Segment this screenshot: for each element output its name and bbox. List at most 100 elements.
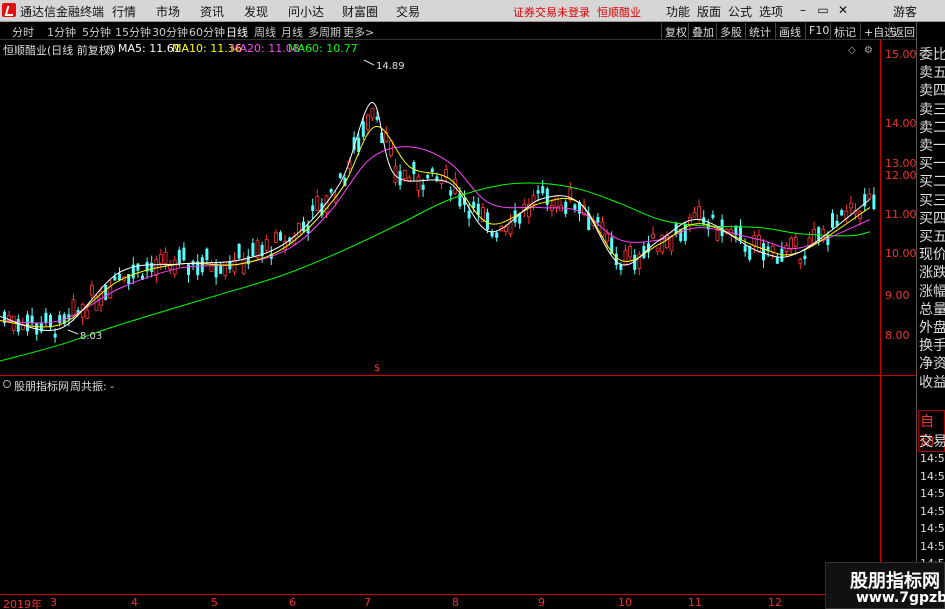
- candle-body: [743, 245, 747, 252]
- button-stats[interactable]: 统计: [745, 23, 774, 39]
- period-weekly[interactable]: 周线: [254, 24, 276, 40]
- menu-item-trade[interactable]: 交易: [396, 3, 420, 20]
- candle-body: [849, 202, 853, 209]
- quote-label: 买四: [919, 210, 945, 227]
- button-overlay[interactable]: 叠加: [688, 23, 717, 39]
- menu-item-quotes[interactable]: 行情: [112, 3, 136, 20]
- indicator-panel[interactable]: 股朋指标网 周共振: -: [0, 376, 880, 594]
- candle-body: [628, 246, 632, 258]
- button-multi-stock[interactable]: 多股: [716, 23, 745, 39]
- button-adjust[interactable]: 复权: [661, 23, 690, 39]
- candle-body: [449, 190, 453, 196]
- menu-item-formula[interactable]: 公式: [728, 3, 752, 20]
- price-chart[interactable]: 14.89 8.03 $ ◇ ⚙: [0, 40, 880, 375]
- high-price-pointer: [363, 59, 375, 66]
- candle-body: [90, 284, 94, 296]
- period-toolbar: 分时 1分钟 5分钟 15分钟 30分钟 60分钟 日线 周线 月线 多周期 更…: [0, 22, 945, 40]
- menu-item-options[interactable]: 选项: [759, 3, 783, 20]
- candle-body: [375, 116, 379, 120]
- candle-body: [812, 228, 816, 244]
- restore-icon[interactable]: ▭: [815, 2, 831, 18]
- candle-body: [840, 210, 844, 216]
- quote-label: 委比: [919, 47, 945, 63]
- period-15min[interactable]: 15分钟: [115, 24, 151, 40]
- candle-body: [692, 211, 697, 218]
- button-draw[interactable]: 画线: [775, 23, 804, 39]
- candle-body: [554, 195, 559, 208]
- candle-body: [163, 251, 168, 264]
- period-daily[interactable]: 日线: [226, 24, 248, 40]
- candle-body: [237, 243, 241, 259]
- quote-label: 买三: [919, 192, 945, 209]
- login-notice[interactable]: 证券交易未登录 恒顺醋业: [513, 4, 641, 20]
- period-60min[interactable]: 60分钟: [189, 24, 225, 40]
- quote-label: 总量: [919, 301, 945, 318]
- quote-label: 买五: [919, 229, 945, 245]
- button-back[interactable]: 返回: [889, 23, 918, 39]
- menu-item-news[interactable]: 资讯: [200, 3, 224, 20]
- tick-time: 14:56: [920, 522, 945, 535]
- app-logo-icon: [2, 3, 16, 17]
- low-price-pointer: [67, 329, 79, 335]
- date-tick: 11: [688, 596, 702, 609]
- date-tick: 6: [289, 596, 296, 609]
- candle-body: [296, 222, 301, 237]
- indicator-icon[interactable]: [3, 380, 11, 388]
- user-label[interactable]: 游客: [893, 3, 917, 20]
- minimize-icon[interactable]: –: [795, 2, 811, 18]
- period-1min[interactable]: 1分钟: [47, 24, 76, 40]
- date-tick: 7: [364, 596, 371, 609]
- menu-item-wealth[interactable]: 财富圈: [342, 3, 378, 20]
- ma60-line: [0, 182, 871, 362]
- menu-item-discover[interactable]: 发现: [244, 3, 268, 20]
- candle-body: [16, 318, 20, 332]
- candle-body: [172, 259, 177, 275]
- candlestick-series: [3, 107, 876, 343]
- app-title: 通达信金融终端: [20, 5, 105, 19]
- quote-side-panel: 委比 卖五 卖四 卖三 卖二 卖一 买一 买二 买三 买四 买五 现价 涨跌 涨幅 总量 外盘 换手 净资 收益 自…: [916, 22, 945, 609]
- period-30min[interactable]: 30分钟: [152, 24, 188, 40]
- button-mark[interactable]: 标记: [830, 23, 859, 39]
- period-monthly[interactable]: 月线: [281, 24, 303, 40]
- menu-item-function[interactable]: 功能: [666, 3, 690, 20]
- candle-body: [503, 226, 508, 232]
- menu-item-layout[interactable]: 版面: [697, 3, 721, 20]
- button-f10[interactable]: F10: [805, 23, 832, 39]
- candle-body: [370, 107, 375, 119]
- circle-icon: ◎: [106, 42, 116, 55]
- candle-body: [867, 193, 872, 200]
- menu-item-ask[interactable]: 问小达: [288, 3, 324, 20]
- candle-body: [541, 186, 545, 194]
- candle-body: [361, 121, 365, 137]
- trade-label[interactable]: 交易: [919, 431, 945, 451]
- period-more-label: 更多: [343, 26, 365, 39]
- candle-body: [315, 196, 320, 211]
- period-multi[interactable]: 多周期: [308, 24, 341, 40]
- candle-body: [200, 257, 204, 273]
- candle-body: [872, 194, 876, 209]
- period-more[interactable]: 更多>: [343, 24, 374, 40]
- candle-body: [697, 206, 701, 220]
- candle-body: [623, 249, 628, 265]
- indicator-name[interactable]: 股朋指标网: [14, 378, 69, 394]
- period-tick[interactable]: 分时: [12, 24, 34, 40]
- candle-body: [486, 212, 489, 230]
- candle-body: [789, 237, 793, 250]
- low-price-label: 8.03: [80, 331, 102, 342]
- login-status[interactable]: 证券交易未登录: [513, 6, 590, 19]
- quote-label: 买一: [919, 156, 945, 173]
- quote-label: 卖二: [919, 119, 945, 136]
- candle-body: [365, 114, 370, 130]
- candle-body: [279, 232, 282, 241]
- period-5min[interactable]: 5分钟: [82, 24, 111, 40]
- candle-body: [338, 173, 342, 178]
- price-tick: 9.00: [885, 289, 910, 302]
- candle-body: [329, 189, 333, 193]
- candle-body: [20, 325, 25, 330]
- chevron-right-icon: >: [365, 26, 375, 39]
- close-icon[interactable]: ✕: [835, 2, 851, 18]
- menu-item-market[interactable]: 市场: [156, 3, 180, 20]
- price-tick: 14.00: [885, 117, 917, 130]
- date-tick: 10: [618, 596, 632, 609]
- candle-body: [426, 174, 430, 179]
